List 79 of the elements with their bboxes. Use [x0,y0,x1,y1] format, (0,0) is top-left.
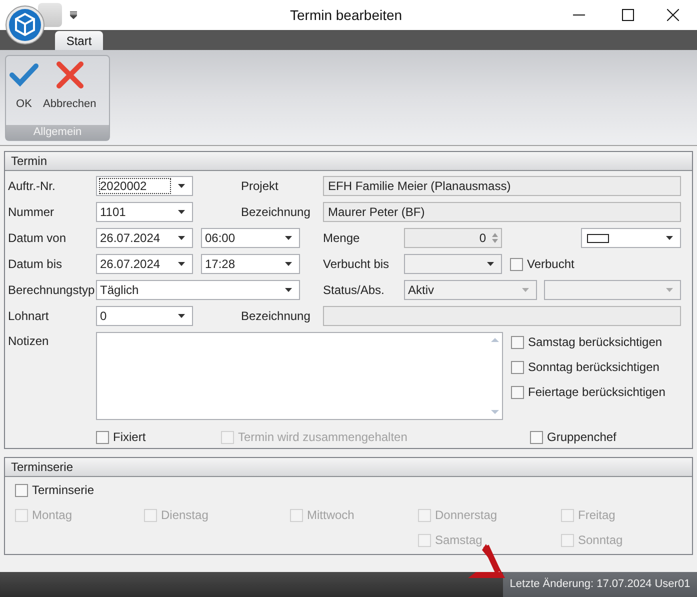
field-label: Auftr.-Nr. [8,178,56,195]
checkbox-label: Termin wird zusammengehalten [238,429,408,446]
absence-combo[interactable] [544,280,681,300]
field-label: Datum von [8,230,68,247]
caret-icon [178,184,185,188]
checkbox-label: Sonntag [578,532,623,549]
checkbox-label: Mittwoch [307,507,354,524]
window-title: Termin bearbeiten [290,6,402,24]
close-icon[interactable] [667,9,679,21]
field-label: Datum bis [8,256,64,273]
field-label: Berechnungstyp [8,282,96,299]
checkbox[interactable] [511,386,524,398]
checkbox-label: Sonntag berücksichtigen [528,359,660,376]
project-field[interactable]: EFH Familie Meier (Planausmass) [323,176,681,196]
customize-icon[interactable] [70,11,77,19]
maximize-icon[interactable] [622,9,634,21]
checkbox-label: Samstag [435,532,482,549]
minimize-icon[interactable] [573,14,585,16]
field-label: Bezeichnung [241,204,312,221]
booked-until-combo[interactable] [404,254,502,274]
caret-icon [666,288,673,292]
caret-icon [285,288,292,292]
checkbox-label: Terminserie [32,482,94,499]
color-picker[interactable] [581,228,681,248]
wage-description-field[interactable] [323,306,681,326]
checkbox-label: Fixiert [113,429,146,446]
field-label: Lohnart [8,308,50,325]
checkbox[interactable] [530,430,543,444]
date-combo[interactable]: 26.07.2024 [96,228,193,248]
description-field[interactable]: Maurer Peter (BF) [323,202,681,222]
time-combo[interactable]: 17:28 [201,254,300,274]
ribbon-group-label: Allgemein [6,125,109,140]
caret-icon [522,288,529,292]
caret-icon [178,314,185,318]
checkbox[interactable] [510,258,523,270]
field-label: Status/Abs. [323,282,386,299]
ribbon-tab[interactable]: Start [55,31,103,50]
group-header: Termin [5,152,692,171]
field-label: Verbucht bis [323,256,390,273]
checkbox-label: Donnerstag [435,507,498,524]
caret-icon [666,236,673,240]
field-label: Notizen [8,333,50,350]
calculation-type-combo[interactable]: Täglich [96,280,300,300]
color-swatch-icon [587,234,609,242]
caret-icon [178,236,185,240]
wage-type-combo[interactable]: 0 [96,306,193,326]
field-label: Menge [323,230,361,247]
checkbox-label: Freitag [578,507,616,524]
number-combo[interactable]: 1101 [96,202,193,222]
spinner-arrows-icon[interactable] [492,232,498,244]
checkbox-label: Dienstag [161,507,208,524]
checkbox-label: Feiertage berücksichtigen [528,384,666,401]
status-combo[interactable]: Aktiv [404,280,537,300]
ok-button[interactable]: OK [8,60,40,112]
caret-icon [178,262,185,266]
status-bar-text: Letzte Änderung: 17.07.2024 User01 [503,572,697,597]
field-label: Nummer [8,204,56,221]
cross-icon [54,60,85,90]
checkbox-label: Montag [32,507,72,524]
caret-icon [487,262,494,266]
checkbox[interactable] [511,360,524,374]
group-header: Terminserie [5,458,692,477]
notes-field[interactable] [96,332,503,420]
checkbox[interactable] [511,336,524,348]
order-number-combo[interactable]: 2020002 [96,176,193,196]
time-combo[interactable]: 06:00 [201,228,300,248]
caret-icon [285,236,292,240]
checkbox-label: Verbucht [527,256,574,273]
checkbox[interactable] [15,484,28,496]
caret-icon [285,262,292,266]
cancel-button[interactable]: Abbrechen [42,60,98,112]
field-label: Projekt [241,178,280,195]
checkbox[interactable] [96,430,109,444]
checkbox-label: Samstag berücksichtigen [528,334,662,351]
field-label: Bezeichnung [241,308,312,325]
caret-icon [178,210,185,214]
quantity-spinner[interactable]: 0 [404,228,502,248]
date-combo[interactable]: 26.07.2024 [96,254,193,274]
checkbox-label: Gruppenchef [547,429,616,446]
